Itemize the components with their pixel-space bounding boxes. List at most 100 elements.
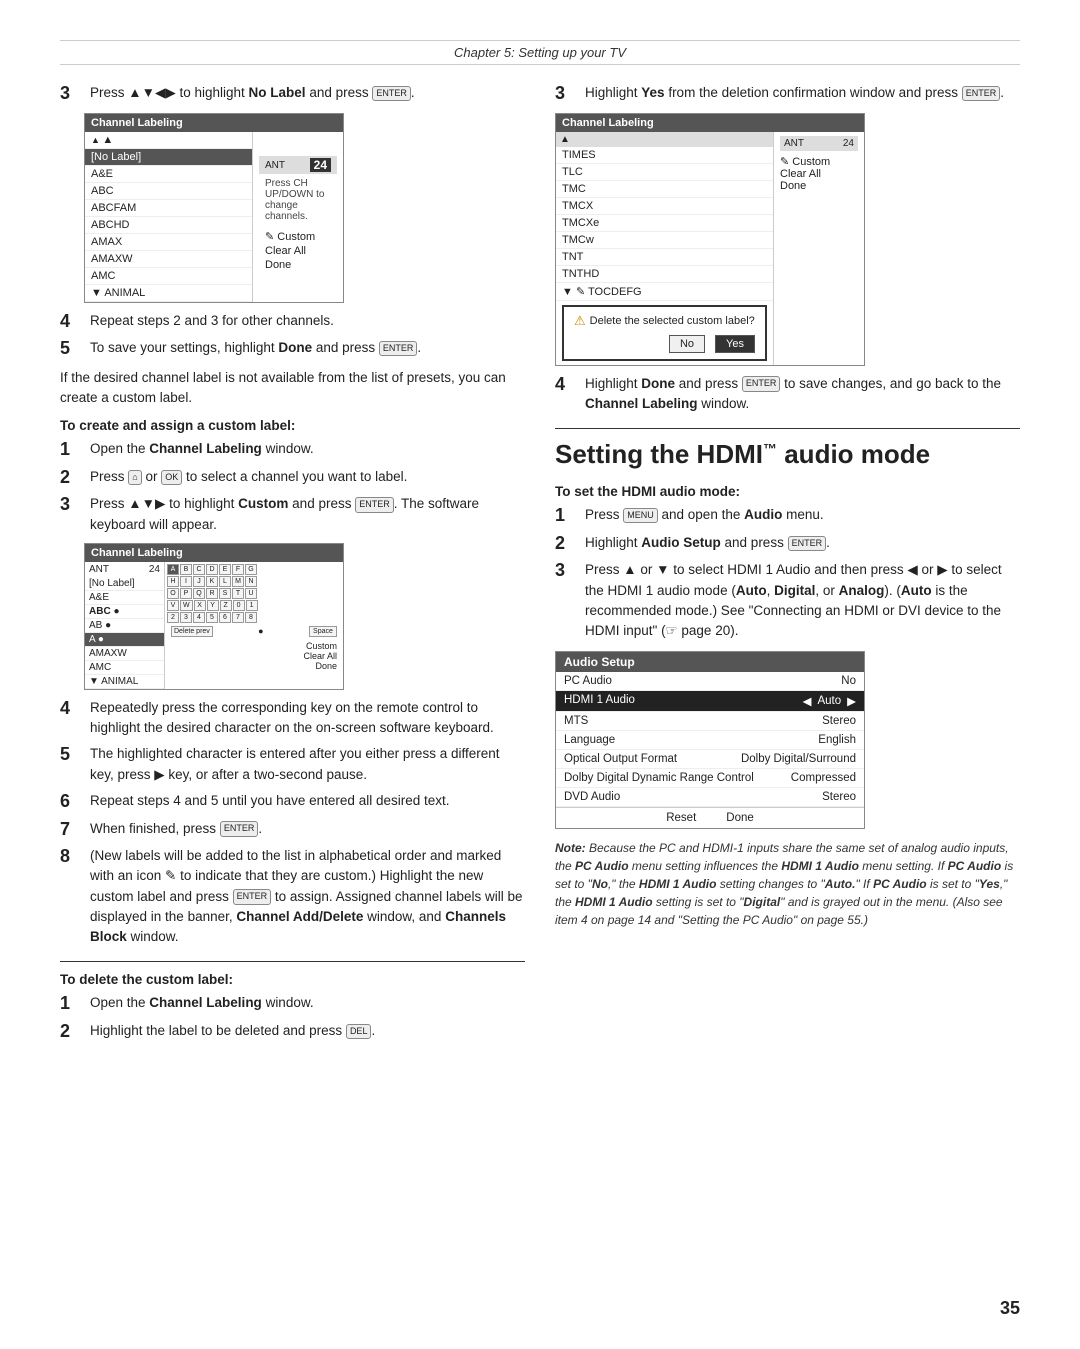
custom-step4-num: 4 (60, 698, 84, 720)
channel-right-panel-1: ANT 24 Press CH UP/DOWN to change channe… (253, 154, 343, 279)
kb-bottom-row: Delete prev ● Space (167, 624, 341, 639)
confirm-buttons: No Yes (574, 335, 755, 353)
delete-label-heading: To delete the custom label: (60, 972, 525, 987)
hdmi-sub-heading: To set the HDMI audio mode: (555, 484, 1020, 499)
list-item: TMCX (556, 198, 773, 215)
channel-box-2-content: ▲ TIMES TLC TMC TMCX TMCXe TMCw TNT TNTH… (556, 132, 864, 365)
custom-step5-num: 5 (60, 744, 84, 766)
list-item: AMC (85, 661, 164, 675)
list-item: TMC (556, 181, 773, 198)
step5-left: 5 To save your settings, highlight Done … (60, 338, 525, 360)
custom-step3: 3 Press ▲▼▶ to highlight Custom and pres… (60, 494, 525, 535)
left-column: 3 Press ▲▼◀▶ to highlight No Label and p… (60, 83, 525, 1049)
custom-step6-text: Repeat steps 4 and 5 until you have ente… (90, 791, 525, 811)
audio-row-optical: Optical Output Format Dolby Digital/Surr… (556, 750, 864, 769)
hdmi-step3: 3 Press ▲ or ▼ to select HDMI 1 Audio an… (555, 560, 1020, 641)
custom-step1-text: Open the Channel Labeling window. (90, 439, 525, 459)
custom-step7-num: 7 (60, 819, 84, 841)
step3-num: 3 (60, 83, 84, 105)
hdmi-step2-num: 2 (555, 533, 579, 555)
kb-row-5: 2 3 4 5 6 7 8 (167, 612, 341, 623)
list-item: ▼ ANIMAL (85, 285, 252, 302)
custom-step4-text: Repeatedly press the corresponding key o… (90, 698, 525, 739)
hdmi-section-title: Setting the HDMI™ audio mode (555, 439, 1020, 470)
hdmi-step1-num: 1 (555, 505, 579, 527)
confirm-yes-btn[interactable]: Yes (715, 335, 755, 353)
keyboard-box-header: Channel Labeling (85, 544, 343, 562)
delete-step2-text: Highlight the label to be deleted and pr… (90, 1021, 525, 1041)
hdmi-step1-text: Press MENU and open the Audio menu. (585, 505, 1020, 525)
audio-row-mts: MTS Stereo (556, 712, 864, 731)
step4-text: Repeat steps 2 and 3 for other channels. (90, 311, 525, 331)
list-item: ABC (85, 183, 252, 200)
list-item: ABCFAM (85, 200, 252, 217)
custom-label-heading: To create and assign a custom label: (60, 418, 525, 433)
step3-right: 3 Highlight Yes from the deletion confir… (555, 83, 1020, 105)
right-menu-1: ✎ Custom Clear All Done (259, 226, 337, 277)
kb-row-4: V W X Y Z 0 1 (167, 600, 341, 611)
keyboard-channel-list: ANT24 [No Label] A&E ABC ● AB ● A ● AMAX… (85, 562, 165, 689)
delete-step1-text: Open the Channel Labeling window. (90, 993, 525, 1013)
right-column: 3 Highlight Yes from the deletion confir… (555, 83, 1020, 1049)
custom-step5-text: The highlighted character is entered aft… (90, 744, 525, 785)
step3-right-text: Highlight Yes from the deletion confirma… (585, 83, 1020, 103)
step4-right-num: 4 (555, 374, 579, 396)
list-item: ▼ ✎ TOCDEFG (556, 283, 773, 301)
list-item: TMCw (556, 232, 773, 249)
list-item: A ● (85, 633, 164, 647)
list-item: AMAXW (85, 647, 164, 661)
audio-setup-box: Audio Setup PC Audio No HDMI 1 Audio ◀ A… (555, 651, 865, 829)
channel-list-2: ▲ TIMES TLC TMC TMCX TMCXe TMCw TNT TNTH… (556, 132, 774, 365)
audio-row-dvd: DVD Audio Stereo (556, 788, 864, 807)
list-item: TNTHD (556, 266, 773, 283)
keyboard-channel-box: Channel Labeling ANT24 [No Label] A&E AB… (84, 543, 344, 690)
custom-step1: 1 Open the Channel Labeling window. (60, 439, 525, 461)
channel-label-title-2: Channel Labeling (556, 114, 864, 132)
list-item: TNT (556, 249, 773, 266)
list-item: AMAX (85, 234, 252, 251)
channel-list-1: ▲ [No Label] A&E ABC ABCFAM ABCHD AMAX A… (85, 132, 253, 302)
hdmi-step2-text: Highlight Audio Setup and press ENTER. (585, 533, 1020, 553)
delete-step2: 2 Highlight the label to be deleted and … (60, 1021, 525, 1043)
audio-footer: Reset Done (556, 807, 864, 828)
kb-row-3: O P Q R S T U (167, 588, 341, 599)
hdmi-step3-text: Press ▲ or ▼ to select HDMI 1 Audio and … (585, 560, 1020, 641)
list-item: A&E (85, 166, 252, 183)
list-item: TIMES (556, 147, 773, 164)
page-number: 35 (1000, 1298, 1020, 1319)
list-item: AMAXW (85, 251, 252, 268)
press-note-1: Press CH UP/DOWN to change channels. (259, 174, 337, 226)
info-text-1: If the desired channel label is not avai… (60, 368, 525, 409)
delete-step1-num: 1 (60, 993, 84, 1015)
list-item: ABC ● (85, 605, 164, 619)
step4-right-text: Highlight Done and press ENTER to save c… (585, 374, 1020, 415)
step5-text: To save your settings, highlight Done an… (90, 338, 525, 358)
kb-row-2: H I J K L M N (167, 576, 341, 587)
custom-step6-num: 6 (60, 791, 84, 813)
custom-step3-text: Press ▲▼▶ to highlight Custom and press … (90, 494, 525, 535)
list-item: ▼ ANIMAL (85, 675, 164, 689)
hdmi-step1: 1 Press MENU and open the Audio menu. (555, 505, 1020, 527)
hdmi-step2: 2 Highlight Audio Setup and press ENTER. (555, 533, 1020, 555)
list-item: ▲ (85, 132, 252, 149)
step4-left: 4 Repeat steps 2 and 3 for other channel… (60, 311, 525, 333)
list-item: TLC (556, 164, 773, 181)
list-item: TMCXe (556, 215, 773, 232)
confirm-no-btn[interactable]: No (669, 335, 705, 353)
custom-step7: 7 When finished, press ENTER. (60, 819, 525, 841)
channel-label-title-1: Channel Labeling (85, 114, 343, 132)
custom-step8-num: 8 (60, 846, 84, 868)
custom-step6: 6 Repeat steps 4 and 5 until you have en… (60, 791, 525, 813)
custom-step8-text: (New labels will be added to the list in… (90, 846, 525, 947)
delete-step1: 1 Open the Channel Labeling window. (60, 993, 525, 1015)
custom-step1-num: 1 (60, 439, 84, 461)
custom-step5: 5 The highlighted character is entered a… (60, 744, 525, 785)
custom-step2-num: 2 (60, 467, 84, 489)
custom-step7-text: When finished, press ENTER. (90, 819, 525, 839)
audio-row-dolby: Dolby Digital Dynamic Range Control Comp… (556, 769, 864, 788)
list-item: A&E (85, 591, 164, 605)
list-item: AB ● (85, 619, 164, 633)
keyboard-keys: A B C D E F G H I J K L M (165, 562, 343, 689)
kb-right-menu: Custom Clear All Done (167, 639, 341, 673)
chapter-header: Chapter 5: Setting up your TV (60, 40, 1020, 65)
